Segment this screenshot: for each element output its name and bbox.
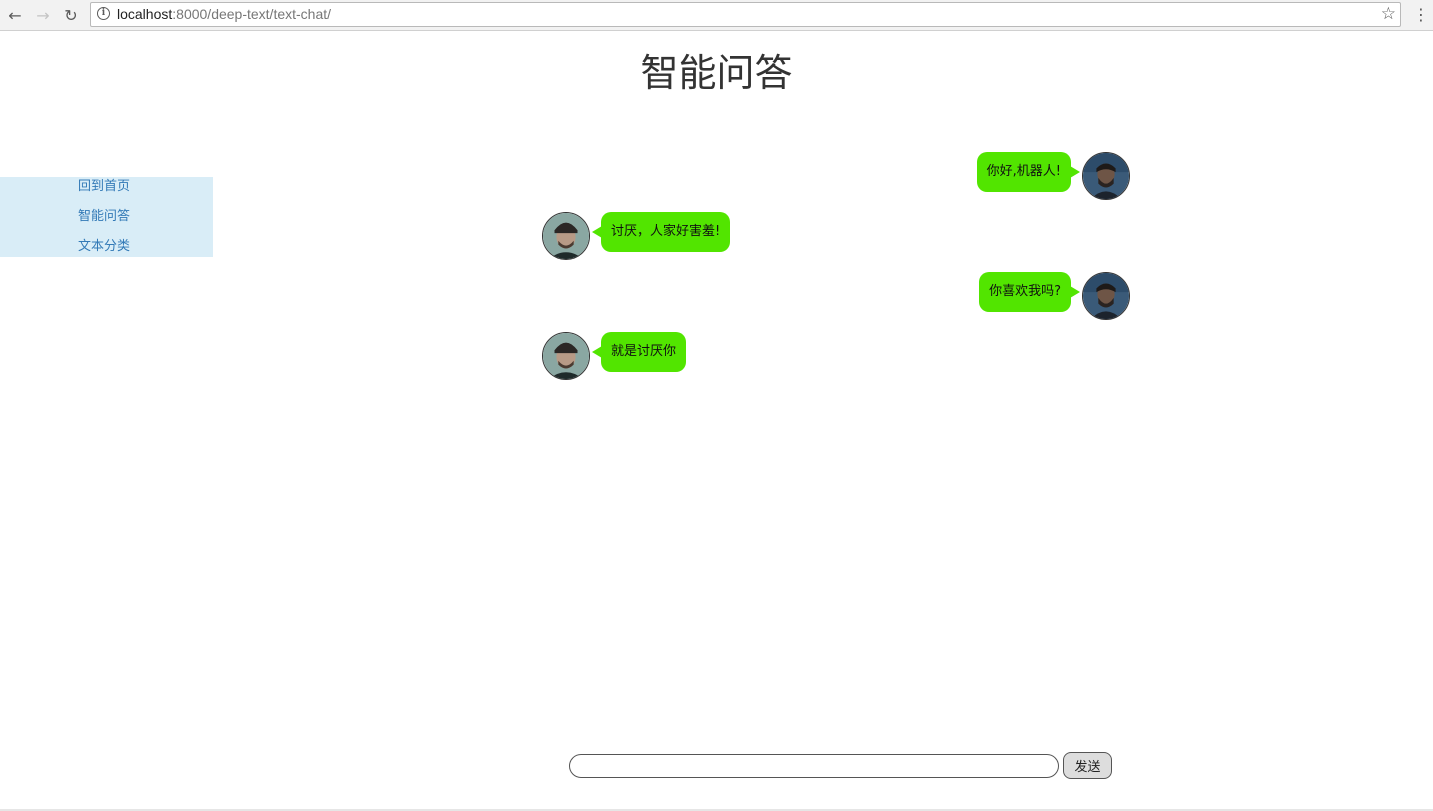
message-input[interactable]	[569, 754, 1059, 778]
bot-avatar	[542, 332, 590, 380]
message-bubble-bot: 就是讨厌你	[591, 332, 687, 372]
reload-icon[interactable]: ↻	[60, 4, 82, 26]
star-icon[interactable]: ☆	[1381, 4, 1396, 24]
user-avatar	[1082, 272, 1130, 320]
message-row-bot: 讨厌，人家好害羞!	[0, 212, 1433, 262]
url-host: localhost	[117, 6, 173, 22]
message-bubble-bot: 讨厌，人家好害羞!	[591, 212, 731, 252]
info-icon[interactable]: i	[97, 7, 110, 20]
message-row-user: 你喜欢我吗?	[0, 272, 1433, 322]
message-bubble-user: 你好,机器人!	[976, 152, 1081, 192]
address-bar[interactable]: i localhost:8000/deep-text/text-chat/ ☆	[90, 2, 1401, 27]
message-bubble-user: 你喜欢我吗?	[979, 272, 1080, 312]
user-avatar	[1082, 152, 1130, 200]
browser-toolbar: ← → ↻ i localhost:8000/deep-text/text-ch…	[0, 0, 1433, 31]
page-title: 智能问答	[640, 51, 793, 95]
forward-icon[interactable]: →	[32, 4, 54, 26]
back-icon[interactable]: ←	[4, 4, 26, 26]
bot-avatar	[542, 212, 590, 260]
message-row-user: 你好,机器人!	[0, 152, 1433, 202]
send-button[interactable]: 发送	[1063, 752, 1112, 779]
kebab-menu-icon[interactable]: ⋮	[1412, 4, 1430, 26]
url-path: :8000/deep-text/text-chat/	[172, 6, 332, 22]
url-text[interactable]: localhost:8000/deep-text/text-chat/	[117, 6, 331, 22]
message-row-bot: 就是讨厌你	[0, 332, 1433, 382]
